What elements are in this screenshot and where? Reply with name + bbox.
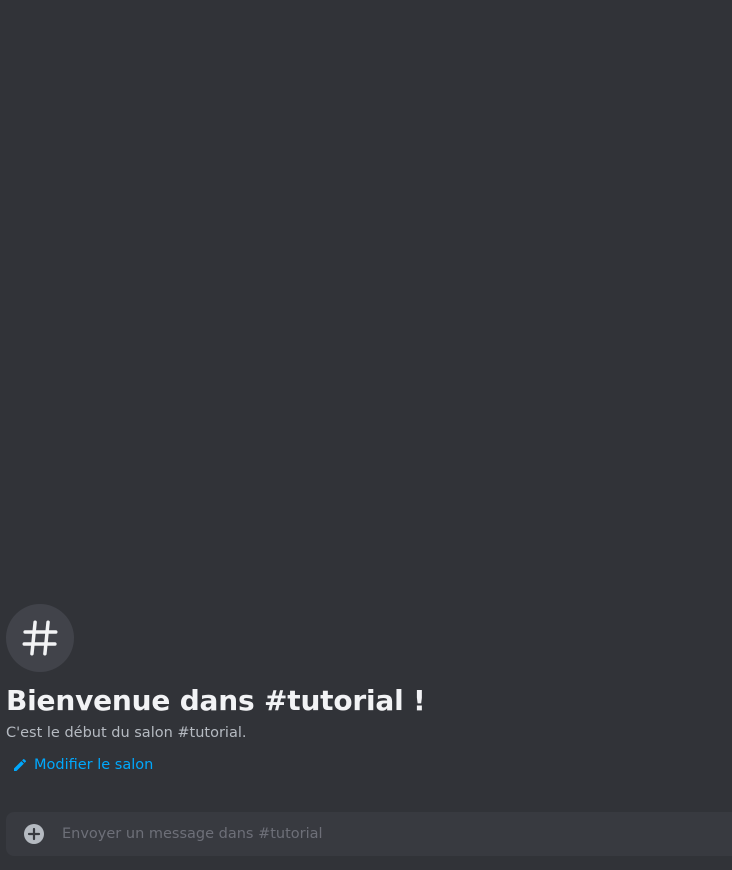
welcome-title: Bienvenue dans #tutorial ! (6, 684, 426, 717)
attach-button[interactable] (6, 812, 62, 856)
edit-channel-button[interactable]: Modifier le salon (12, 755, 153, 775)
chat-area: Bienvenue dans #tutorial ! C'est le débu… (0, 0, 732, 870)
hashtag-icon (22, 620, 58, 656)
message-composer (6, 812, 732, 856)
channel-avatar (6, 604, 74, 672)
channel-welcome: Bienvenue dans #tutorial ! C'est le débu… (6, 604, 726, 777)
pencil-icon (14, 758, 26, 771)
welcome-description: C'est le début du salon #tutorial. (6, 725, 247, 741)
plus-circle-icon (24, 824, 44, 844)
message-input[interactable] (62, 812, 732, 856)
edit-channel-label: Modifier le salon (34, 757, 154, 773)
